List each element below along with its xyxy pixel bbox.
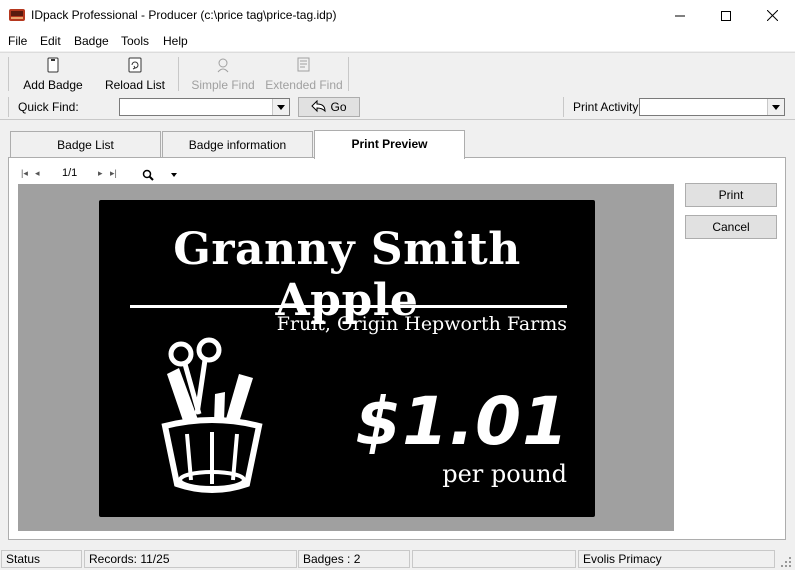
toolbar: Add Badge Reload List Simple Find Extend… <box>0 52 795 96</box>
tab-badge-information[interactable]: Badge information <box>162 131 313 157</box>
badge-title: Granny Smith Apple <box>173 224 521 326</box>
print-activity-label: Print Activity <box>573 100 639 114</box>
tab-badge-list[interactable]: Badge List <box>10 131 161 157</box>
menu-tools[interactable]: Tools <box>121 34 149 48</box>
menu-help[interactable]: Help <box>163 34 188 48</box>
reload-icon <box>128 57 142 73</box>
reload-list-label: Reload List <box>104 78 166 92</box>
status-label: Status <box>1 550 82 568</box>
go-label: Go <box>330 100 347 114</box>
simple-find-button[interactable]: Simple Find <box>188 57 258 93</box>
menu-badge[interactable]: Badge <box>74 34 109 48</box>
window-title: IDpack Professional - Producer (c:\price… <box>31 8 337 22</box>
prev-page-icon[interactable]: ◂ <box>35 168 40 179</box>
search-person-icon <box>217 58 229 73</box>
chevron-down-icon <box>772 104 780 110</box>
status-bar: Status Records: 11/25 Badges : 2 Evolis … <box>0 548 795 570</box>
menu-edit[interactable]: Edit <box>40 34 61 48</box>
toolbar-separator-2 <box>348 57 349 91</box>
badge-preview: Granny Smith Apple Fruit, Origin Hepwort… <box>99 200 595 517</box>
go-arrow-icon <box>311 100 326 113</box>
close-button[interactable] <box>749 0 795 31</box>
page-indicator: 1/1 <box>62 167 78 179</box>
maximize-icon <box>721 10 731 21</box>
title-bar[interactable]: IDpack Professional - Producer (c:\price… <box>0 0 795 31</box>
menu-file[interactable]: File <box>8 34 27 48</box>
pencil-cup-icon <box>161 337 263 493</box>
tab-print-preview[interactable]: Print Preview <box>314 130 465 159</box>
extended-search-icon <box>297 57 310 72</box>
print-activity-combo[interactable] <box>639 98 785 116</box>
status-badges: Badges : 2 <box>298 550 410 568</box>
minimize-icon <box>675 15 685 16</box>
maximize-button[interactable] <box>703 0 749 31</box>
app-icon <box>9 9 25 21</box>
find-bar: Quick Find: Go Print Activity <box>0 95 795 120</box>
cancel-button[interactable]: Cancel <box>685 215 777 239</box>
simple-find-label: Simple Find <box>191 78 255 92</box>
quick-find-combo[interactable] <box>119 98 290 116</box>
menu-bar: File Edit Badge Tools Help <box>0 31 795 51</box>
first-page-icon[interactable]: |◂ <box>21 168 28 179</box>
zoom-icon[interactable] <box>142 169 154 181</box>
badge-unit: per pound <box>442 460 567 488</box>
minimize-button[interactable] <box>657 0 703 31</box>
zoom-dropdown-icon[interactable] <box>171 173 177 177</box>
add-badge-button[interactable]: Add Badge <box>20 57 86 93</box>
quick-find-label: Quick Find: <box>18 100 79 114</box>
toolbar-separator <box>178 57 179 91</box>
status-records: Records: 11/25 <box>84 550 297 568</box>
close-icon <box>766 10 778 21</box>
quick-find-dropdown[interactable] <box>272 99 289 115</box>
go-button[interactable]: Go <box>298 97 360 117</box>
extended-find-button[interactable]: Extended Find <box>265 57 343 93</box>
resize-grip-icon[interactable] <box>780 556 792 568</box>
badge-icon <box>47 57 59 73</box>
last-page-icon[interactable]: ▸| <box>110 168 117 179</box>
add-badge-label: Add Badge <box>23 78 83 92</box>
findbar-separator <box>563 97 564 117</box>
toolbar-grip <box>8 57 9 91</box>
chevron-down-icon <box>277 104 285 110</box>
reload-list-button[interactable]: Reload List <box>102 57 168 93</box>
print-activity-dropdown[interactable] <box>767 99 784 115</box>
badge-subtitle: Fruit, Origin Hepworth Farms <box>276 313 567 335</box>
print-button[interactable]: Print <box>685 183 777 207</box>
findbar-grip <box>8 97 9 117</box>
status-printer: Evolis Primacy <box>578 550 775 568</box>
next-page-icon[interactable]: ▸ <box>98 168 103 179</box>
extended-find-label: Extended Find <box>265 78 343 92</box>
status-empty <box>412 550 576 568</box>
badge-price: $1.01 <box>355 383 569 460</box>
badge-divider <box>130 305 567 308</box>
